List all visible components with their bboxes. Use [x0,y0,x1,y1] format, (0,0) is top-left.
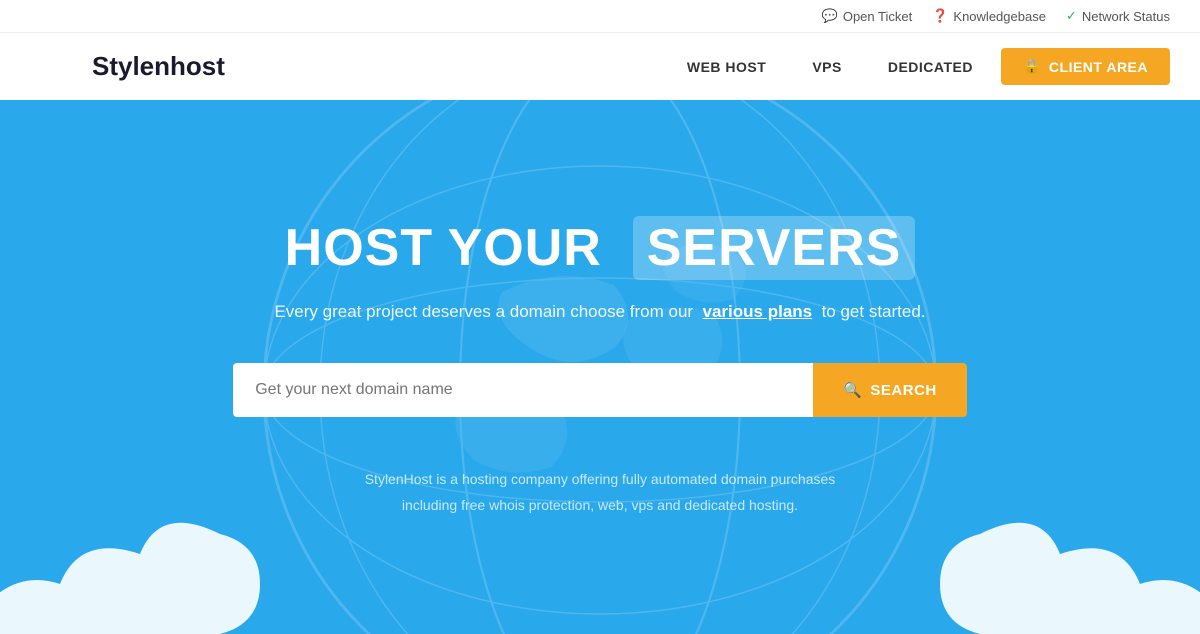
nav-web-host[interactable]: WEB HOST [669,51,784,83]
hero-title-part1: HOST YOUR [285,219,602,277]
open-ticket-label: Open Ticket [843,9,912,24]
nav-dedicated[interactable]: DEDICATED [870,51,991,83]
hero-description: StylenHost is a hosting company offering… [0,467,1200,517]
client-area-label: CLIENT AREA [1049,59,1148,75]
check-icon: ✓ [1066,8,1077,24]
top-bar: 💬 Open Ticket ❓ Knowledgebase ✓ Network … [0,0,1200,32]
hero-subtitle: Every great project deserves a domain ch… [0,298,1200,325]
nav-links: WEB HOST VPS DEDICATED 🔒 CLIENT AREA [669,48,1170,85]
logo-cloud-icon [30,47,82,87]
lock-icon: 🔒 [1023,58,1041,75]
nav-vps[interactable]: VPS [794,51,860,83]
network-status-link[interactable]: ✓ Network Status [1066,8,1170,24]
navbar: Stylenhost WEB HOST VPS DEDICATED 🔒 CLIE… [0,32,1200,100]
network-status-label: Network Status [1082,9,1170,24]
knowledgebase-label: Knowledgebase [953,9,1046,24]
logo[interactable]: Stylenhost [30,47,225,87]
logo-text: Stylenhost [92,51,225,82]
domain-search-input[interactable] [233,363,813,417]
hero-title-highlight: SERVERS [633,216,916,280]
hero-section: HOST YOUR SERVERS Every great project de… [0,100,1200,634]
search-button[interactable]: 🔍 SEARCH [813,363,967,417]
knowledgebase-link[interactable]: ❓ Knowledgebase [932,8,1046,24]
ticket-icon: 💬 [822,8,838,24]
open-ticket-link[interactable]: 💬 Open Ticket [822,8,913,24]
search-button-label: SEARCH [870,382,936,399]
question-icon: ❓ [932,8,948,24]
hero-title: HOST YOUR SERVERS [0,216,1200,280]
hero-desc-line2: including free whois protection, web, vp… [402,497,798,513]
hero-desc-line1: StylenHost is a hosting company offering… [365,471,836,487]
hero-content: HOST YOUR SERVERS Every great project de… [0,216,1200,518]
search-icon: 🔍 [843,381,862,399]
search-bar: 🔍 SEARCH [0,363,1200,417]
client-area-button[interactable]: 🔒 CLIENT AREA [1001,48,1170,85]
hero-subtitle-main: Every great project deserves a domain ch… [274,302,693,321]
hero-subtitle-end: to get started. [822,302,926,321]
various-plans-link[interactable]: various plans [703,302,813,321]
